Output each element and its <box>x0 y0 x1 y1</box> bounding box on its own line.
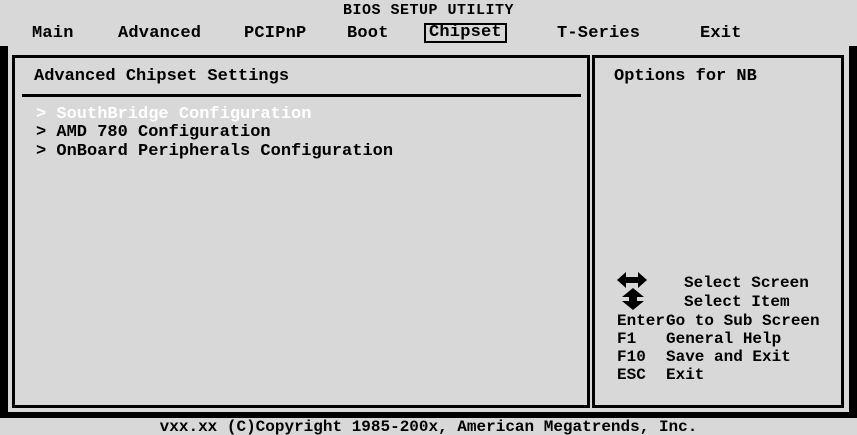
option-southbridge-configuration[interactable]: > SouthBridge Configuration <box>36 106 311 124</box>
help-key-esc: ESC <box>617 366 646 384</box>
help-go-to-sub-screen: Go to Sub Screen <box>666 312 820 330</box>
section-divider <box>22 94 581 97</box>
section-title: Advanced Chipset Settings <box>34 67 290 86</box>
help-key-f1: F1 <box>617 330 637 348</box>
up-down-arrow-icon <box>622 288 644 310</box>
tab-exit[interactable]: Exit <box>700 25 742 43</box>
tab-boot[interactable]: Boot <box>347 25 389 43</box>
help-general-help: General Help <box>666 330 782 348</box>
tab-chipset[interactable]: Chipset <box>424 23 507 43</box>
help-text: Options for NB <box>614 67 757 86</box>
help-save-and-exit: Save and Exit <box>666 348 791 366</box>
tab-tseries[interactable]: T-Series <box>557 25 640 43</box>
option-amd-780-configuration[interactable]: > AMD 780 Configuration <box>36 124 271 142</box>
option-onboard-peripherals-configuration[interactable]: > OnBoard Peripherals Configuration <box>36 143 393 161</box>
help-key-enter: Enter <box>617 312 666 330</box>
copyright-footer: vxx.xx (C)Copyright 1985-200x, American … <box>159 418 698 435</box>
help-key-f10: F10 <box>617 348 646 366</box>
help-exit: Exit <box>666 366 705 384</box>
tab-pcipnp[interactable]: PCIPnP <box>244 25 306 43</box>
tab-advanced[interactable]: Advanced <box>118 25 201 43</box>
window-title: BIOS SETUP UTILITY <box>342 2 515 19</box>
tab-main[interactable]: Main <box>32 25 74 43</box>
help-select-screen: Select Screen <box>684 274 809 292</box>
help-select-item: Select Item <box>684 293 790 311</box>
left-right-arrow-icon <box>617 272 647 288</box>
bios-screen: BIOS SETUP UTILITY Main Advanced PCIPnP … <box>0 0 857 435</box>
